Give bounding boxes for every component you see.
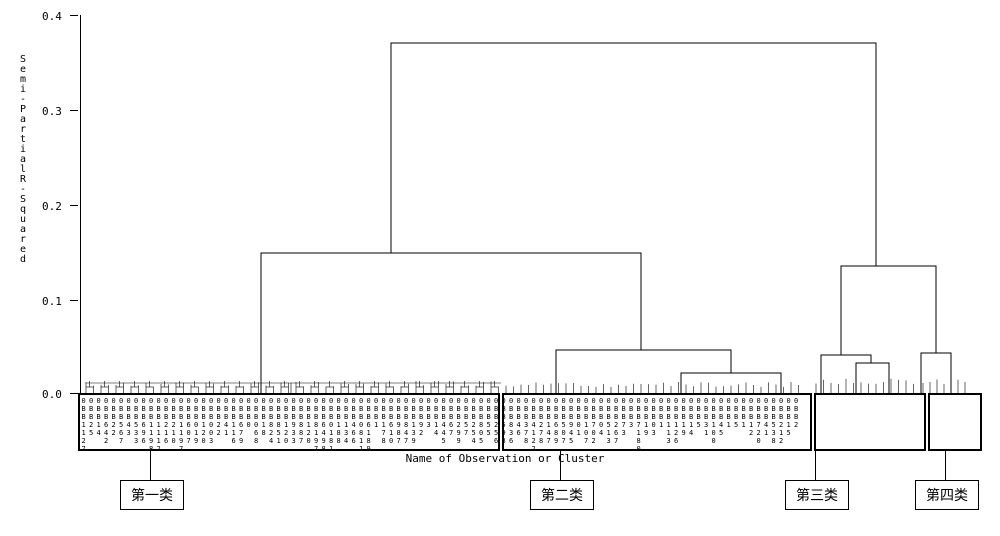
cluster-label-4: 第四类 (915, 480, 979, 510)
ytick-2: 0.2 (42, 200, 62, 213)
plot-area (80, 15, 980, 395)
cluster3-box (814, 393, 926, 451)
x-axis-label: Name of Observation or Cluster (406, 452, 605, 465)
y-axis-label: Semi-Partial R-Squared (20, 55, 27, 265)
cluster-label-1: 第一类 (120, 480, 184, 510)
ytick-1: 0.1 (42, 295, 62, 308)
dendrogram-chart: Semi-Partial R-Squared 0.4 0.3 0.2 0.1 0… (20, 5, 990, 465)
cluster-label-2: 第二类 (530, 480, 594, 510)
dendrogram-svg (81, 15, 981, 395)
cluster-label-3: 第三类 (785, 480, 849, 510)
ytick-4: 0.4 (42, 10, 62, 23)
ytick-3: 0.3 (42, 105, 62, 118)
cluster2-box (502, 393, 812, 451)
ytick-0: 0.0 (42, 388, 62, 401)
cluster4-box (928, 393, 982, 451)
cluster1-box (78, 393, 500, 451)
